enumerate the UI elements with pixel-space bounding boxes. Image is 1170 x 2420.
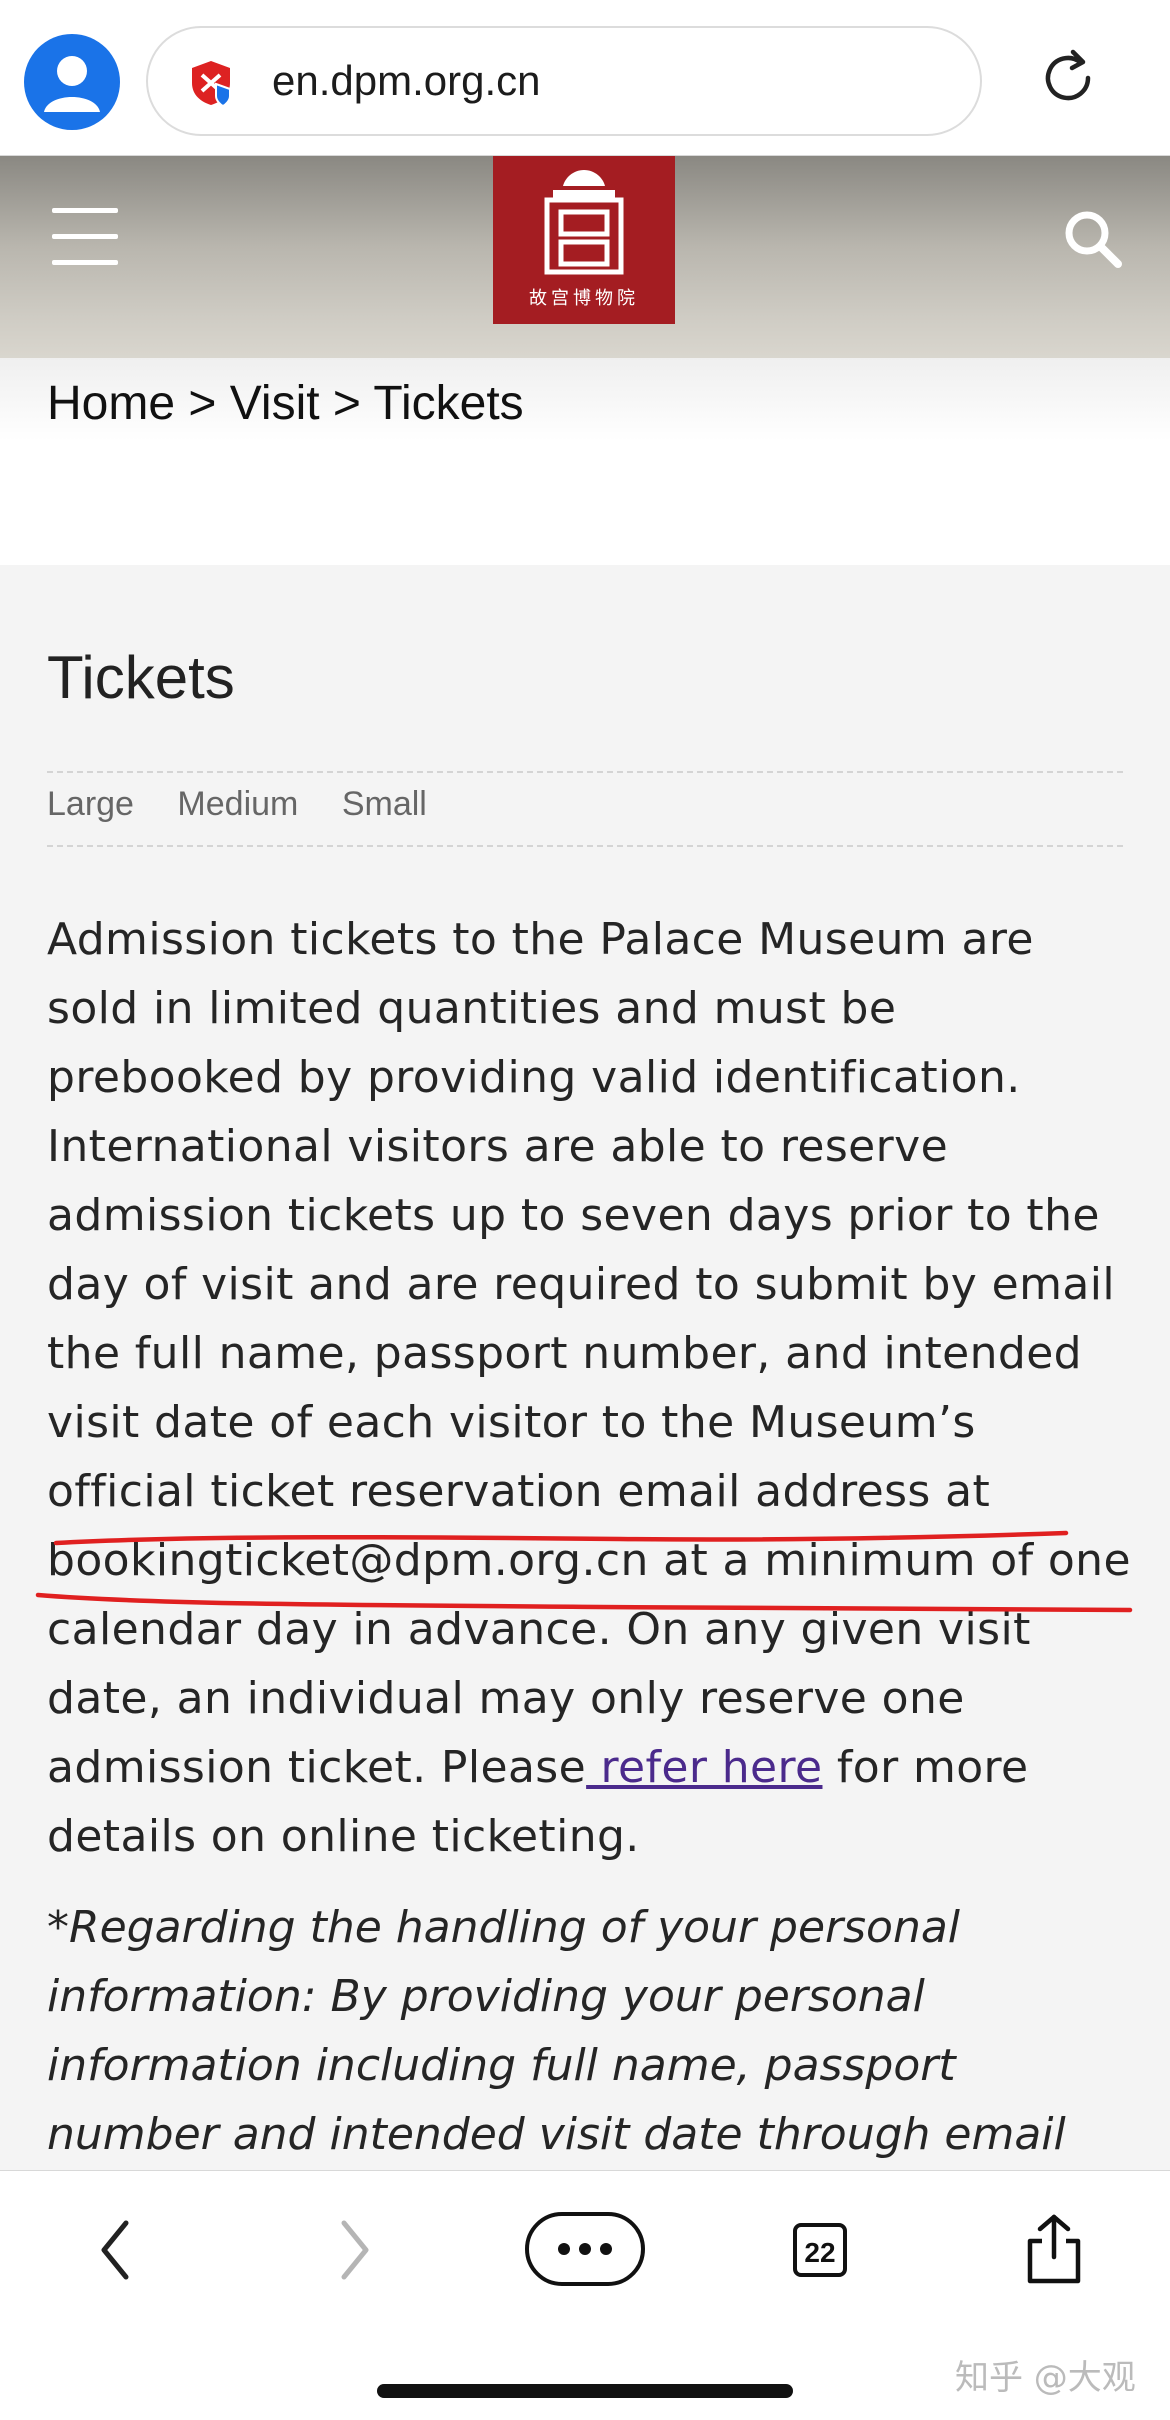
reload-icon[interactable]: [1036, 46, 1100, 110]
site-shield-icon[interactable]: [186, 58, 236, 108]
site-header: 故宫博物院: [0, 156, 1170, 358]
tabs-count: 22: [804, 2237, 836, 2268]
more-icon[interactable]: [524, 2211, 646, 2287]
back-icon[interactable]: [96, 2215, 136, 2285]
admission-text: Admission tickets to the Palace Museum a…: [47, 914, 1131, 1793]
forward-icon[interactable]: [334, 2215, 374, 2285]
font-size-switcher: Large Medium Small: [47, 785, 461, 824]
breadcrumb-home[interactable]: Home: [47, 377, 175, 430]
font-size-medium[interactable]: Medium: [177, 785, 298, 823]
breadcrumb-visit[interactable]: Visit: [230, 377, 320, 430]
search-icon[interactable]: [1062, 208, 1124, 270]
user-avatar-icon[interactable]: [24, 34, 120, 130]
breadcrumb-separator: >: [188, 377, 230, 430]
logo-text: 故宫博物院: [529, 288, 639, 309]
breadcrumb-area: Home > Visit > Tickets: [0, 358, 1170, 565]
url-text: en.dpm.org.cn: [272, 57, 541, 104]
breadcrumb-separator: >: [332, 377, 374, 430]
admission-paragraph: Admission tickets to the Palace Museum a…: [47, 905, 1137, 1871]
url-field[interactable]: en.dpm.org.cn: [146, 26, 982, 136]
palace-gate-icon: [544, 170, 624, 275]
menu-icon[interactable]: [52, 208, 118, 266]
font-size-large[interactable]: Large: [47, 785, 134, 823]
share-icon[interactable]: [1022, 2211, 1086, 2287]
divider: [47, 845, 1123, 847]
breadcrumb-current: Tickets: [373, 377, 524, 430]
personal-info-note: *Regarding the handling of your personal…: [47, 1902, 1066, 2160]
divider: [47, 771, 1123, 773]
breadcrumb: Home > Visit > Tickets: [47, 376, 524, 431]
tabs-button[interactable]: 22: [792, 2219, 848, 2279]
watermark: 知乎 @大观: [955, 2358, 1136, 2398]
main-content: Tickets Large Medium Small Admission tic…: [0, 565, 1170, 2170]
font-size-small[interactable]: Small: [342, 785, 427, 823]
page-title: Tickets: [47, 644, 235, 711]
refer-here-link[interactable]: refer here: [586, 1742, 822, 1793]
home-indicator: [377, 2384, 793, 2398]
museum-logo[interactable]: 故宫博物院: [493, 156, 675, 324]
browser-address-bar: en.dpm.org.cn: [0, 0, 1170, 156]
